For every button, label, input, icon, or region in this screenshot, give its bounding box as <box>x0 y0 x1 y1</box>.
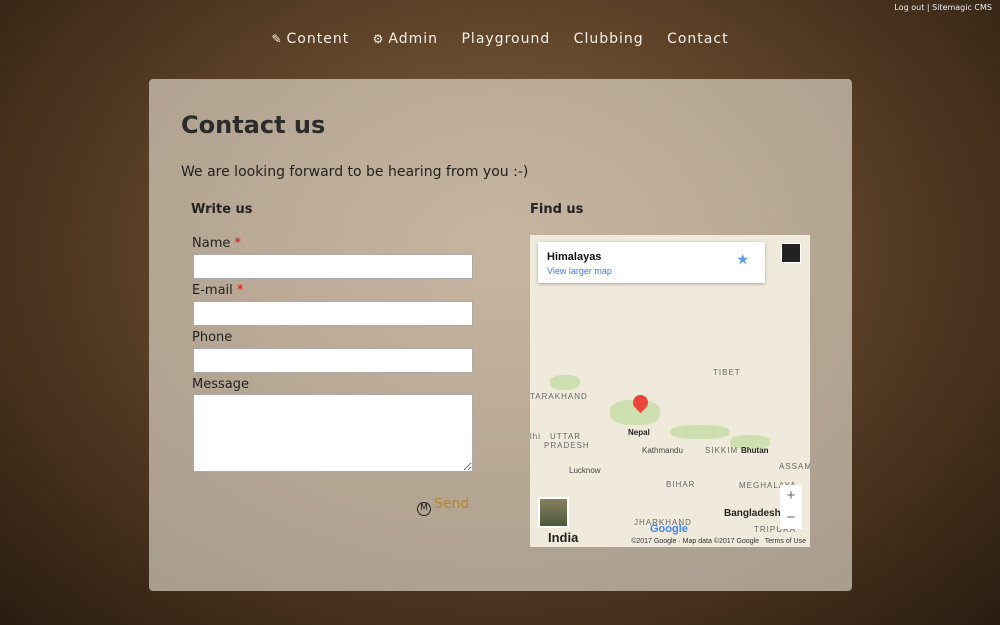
zoom-in-button[interactable]: + <box>780 485 802 507</box>
map-label: PRADESH <box>544 441 590 450</box>
menu-item-playground[interactable]: Playground <box>461 31 550 47</box>
map-label: Lucknow <box>569 466 601 475</box>
map-label: TARAKHAND <box>530 392 588 401</box>
zoom-out-button[interactable]: − <box>780 507 802 529</box>
content-panel: Contact us We are looking forward to be … <box>149 79 852 591</box>
map-label: ASSAM <box>779 462 810 471</box>
write-us-heading: Write us <box>191 202 253 217</box>
message-textarea[interactable] <box>193 394 473 472</box>
map-label: BIHAR <box>666 480 696 489</box>
menu-item-contact[interactable]: Contact <box>667 31 728 47</box>
logout-link[interactable]: Log out <box>894 3 924 12</box>
menu-label: Admin <box>388 31 439 47</box>
send-label: Send <box>434 496 470 512</box>
menu-item-admin[interactable]: ⚙ Admin <box>373 31 438 47</box>
view-larger-map-link[interactable]: View larger map <box>547 266 612 276</box>
star-icon[interactable]: ★ <box>736 251 749 268</box>
name-label: Name * <box>192 236 241 251</box>
email-label: E-mail * <box>192 283 244 298</box>
main-menu: ✎ Content ⚙ Admin Playground Clubbing Cont… <box>0 31 1000 47</box>
map-label: Kathmandu <box>642 446 683 455</box>
menu-label: Content <box>286 31 350 47</box>
send-button[interactable]: M Send <box>417 496 469 516</box>
page-title: Contact us <box>181 111 326 139</box>
send-icon: M <box>417 502 431 516</box>
map-label: Nepal <box>628 428 650 437</box>
map-label: TIBET <box>713 368 741 377</box>
intro-text: We are looking forward to be hearing fro… <box>181 164 529 180</box>
gear-icon: ⚙ <box>372 32 385 46</box>
menu-item-clubbing[interactable]: Clubbing <box>574 31 644 47</box>
separator: | <box>926 3 930 12</box>
phone-input[interactable] <box>193 348 473 373</box>
find-us-heading: Find us <box>530 202 584 217</box>
edit-icon: ✎ <box>271 32 283 46</box>
google-logo: Google <box>650 523 688 535</box>
phone-label: Phone <box>192 330 233 345</box>
top-links: Log out | Sitemagic CMS <box>894 3 992 12</box>
profile-thumbnail[interactable] <box>781 243 801 263</box>
map-info-card: Himalayas View larger map ★ <box>538 242 765 283</box>
email-input[interactable] <box>193 301 473 326</box>
terms-link[interactable]: Terms of Use <box>765 538 806 545</box>
map-label: Bhutan <box>741 446 769 455</box>
menu-item-content[interactable]: ✎ Content <box>271 31 349 47</box>
map-label: SIKKIM <box>705 446 739 455</box>
map-label: lhi <box>530 432 542 441</box>
sitemagic-link[interactable]: Sitemagic CMS <box>932 3 992 12</box>
satellite-toggle[interactable] <box>538 497 569 528</box>
map-label: UTTAR <box>550 432 582 441</box>
message-label: Message <box>192 377 249 392</box>
google-map[interactable]: Himalayas View larger map ★ TIBET TARAKH… <box>530 235 810 547</box>
name-input[interactable] <box>193 254 473 279</box>
map-attribution: ©2017 Google · Map data ©2017 Google Ter… <box>631 538 806 545</box>
map-label: India <box>548 530 579 545</box>
map-label: Bangladesh <box>724 508 781 519</box>
place-name: Himalayas <box>547 251 602 263</box>
